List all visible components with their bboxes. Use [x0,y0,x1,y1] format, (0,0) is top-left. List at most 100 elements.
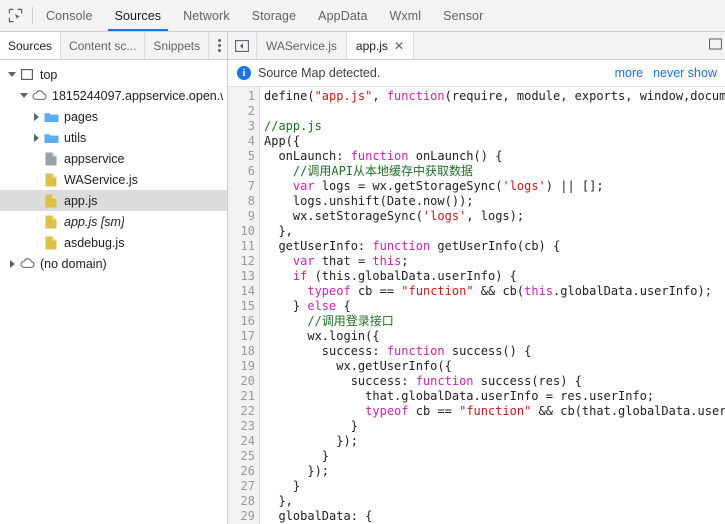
tree-node-top[interactable]: top [0,64,227,85]
line-number[interactable]: 8 [228,194,255,209]
subtab-label: Content sc... [69,38,137,53]
line-number[interactable]: 2 [228,104,255,119]
line-number[interactable]: 6 [228,164,255,179]
tab-network[interactable]: Network [172,0,241,31]
code-token: }, [264,494,293,508]
code-token: }); [264,464,330,478]
line-number[interactable]: 25 [228,449,255,464]
line-number[interactable]: 15 [228,299,255,314]
close-icon[interactable]: ✕ [394,40,404,52]
line-number[interactable]: 9 [228,209,255,224]
inspect-element-button[interactable] [0,0,30,31]
tree-node-app-js[interactable]: app.js [0,190,227,211]
tree-node-appservice[interactable]: appservice [0,148,227,169]
line-number[interactable]: 10 [228,224,255,239]
tree-node-no-domain[interactable]: (no domain) [0,253,227,274]
line-number[interactable]: 22 [228,404,255,419]
tab-storage[interactable]: Storage [241,0,307,31]
chevron-right-icon[interactable] [30,133,42,142]
never-show-link[interactable]: never show [653,66,717,80]
chevron-down-icon[interactable] [6,72,18,77]
line-number[interactable]: 7 [228,179,255,194]
code-token: //app.js [264,119,322,133]
devtools-toolbar: Console Sources Network Storage AppData … [0,0,725,32]
info-bar-message: Source Map detected. [258,66,381,80]
code-token: success: [264,374,416,388]
tree-node-utils[interactable]: utils [0,127,227,148]
code-token: cb == [408,404,460,418]
code-line: }, [264,224,725,239]
line-number[interactable]: 26 [228,464,255,479]
code-token: globalData: { [264,509,373,523]
tree-node-app-js-sourcemap[interactable]: app.js [sm] [0,211,227,232]
line-number[interactable]: 1 [228,89,255,104]
code-line: } [264,449,725,464]
show-navigator-button[interactable] [228,32,257,59]
line-number[interactable]: 18 [228,344,255,359]
line-number[interactable]: 16 [228,314,255,329]
tree-node-asdebug-js[interactable]: asdebug.js [0,232,227,253]
line-number[interactable]: 13 [228,269,255,284]
tree-node-appservice-domain[interactable]: 1815244097.appservice.open.weix [0,85,227,106]
panes-container: Sources Content sc... Snippets top 18152… [0,32,725,524]
line-number[interactable]: 12 [228,254,255,269]
line-number[interactable]: 11 [228,239,255,254]
chevron-down-icon[interactable] [18,93,30,98]
code-line: } else { [264,299,725,314]
line-number[interactable]: 19 [228,359,255,374]
code-token: function [386,344,445,358]
code-token: 'logs' [422,209,467,223]
cloud-icon [30,90,48,101]
subtab-snippets[interactable]: Snippets [145,32,210,59]
more-link[interactable]: more [615,66,643,80]
code-token: function [415,374,474,388]
code-token: "function" [459,404,532,418]
code-token: }); [264,434,358,448]
editor-tab-app-js[interactable]: app.js ✕ [346,32,414,59]
panel-toggle-button[interactable] [709,38,722,53]
line-number[interactable]: 4 [228,134,255,149]
navigator-subtabs: Sources Content sc... Snippets [0,32,227,60]
line-number[interactable]: 23 [228,419,255,434]
tab-sensor[interactable]: Sensor [432,0,494,31]
code-token: && cb(that.globalData.userInfo) [538,404,725,418]
show-navigator-icon [235,39,249,52]
code-token: } [264,419,358,433]
line-number[interactable]: 14 [228,284,255,299]
code-line: getUserInfo: function getUserInfo(cb) { [264,239,725,254]
code-token: this [524,284,554,298]
line-number[interactable]: 21 [228,389,255,404]
line-number[interactable]: 3 [228,119,255,134]
code-token: var [292,254,315,268]
line-number[interactable]: 17 [228,329,255,344]
code-token: ; [401,254,409,268]
line-number[interactable]: 5 [228,149,255,164]
code-token: 'logs' [502,179,546,193]
code-editor[interactable]: 1 2 3 4 5 6 7 8 9 10 11 12 13 14 15 16 17 18 19 20 21 22 23 24 2… [228,87,725,524]
tree-node-pages[interactable]: pages [0,106,227,127]
line-number-gutter[interactable]: 1 2 3 4 5 6 7 8 9 10 11 12 13 14 15 16 17 18 19 20 21 22 23 24 2… [228,87,260,524]
chevron-right-icon[interactable] [6,259,18,268]
code-line: that.globalData.userInfo = res.userInfo; [264,389,725,404]
subtab-content-scripts[interactable]: Content sc... [61,32,146,59]
line-number[interactable]: 24 [228,434,255,449]
line-number[interactable]: 28 [228,494,255,509]
tree-node-waservice-js[interactable]: WAService.js [0,169,227,190]
code-token: { [336,299,351,313]
chevron-right-icon[interactable] [30,112,42,121]
line-number[interactable]: 29 [228,509,255,524]
line-number[interactable]: 20 [228,374,255,389]
navigator-more-button[interactable] [209,32,227,59]
editor-tab-waservice-js[interactable]: WAService.js [257,32,347,59]
subtab-sources[interactable]: Sources [0,32,62,59]
panel-toggle-icon [709,38,722,50]
tab-appdata[interactable]: AppData [307,0,378,31]
tab-console[interactable]: Console [35,0,104,31]
code-line: typeof cb == "function" && cb(that.globa… [264,404,725,419]
line-number[interactable]: 27 [228,479,255,494]
tab-wxml[interactable]: Wxml [379,0,433,31]
tab-sources[interactable]: Sources [104,0,173,31]
code-content[interactable]: define("app.js", function(require, modul… [260,87,725,524]
code-line: define("app.js", function(require, modul… [264,89,725,104]
